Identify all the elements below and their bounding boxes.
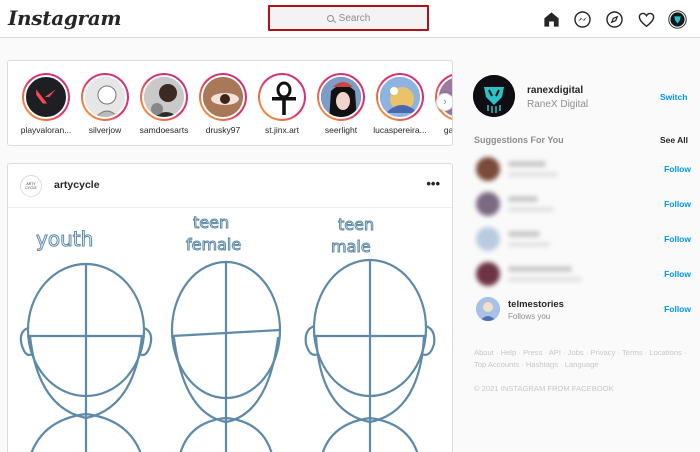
suggestion-item: Follow xyxy=(476,227,691,253)
suggestion-item: Follow xyxy=(476,262,691,288)
story-username: silverjow xyxy=(88,125,122,135)
blurred-subtitle xyxy=(508,207,554,212)
copyright-text: © 2021 INSTAGRAM FROM FACEBOOK xyxy=(474,384,614,393)
suggestion-avatar[interactable] xyxy=(476,227,500,251)
youth-head-sketch xyxy=(19,262,153,420)
anime-avatar-icon xyxy=(321,77,361,117)
post-image[interactable]: youth teen female teen male xyxy=(8,208,452,452)
heart-icon[interactable] xyxy=(636,9,656,29)
eye-closeup-icon xyxy=(203,77,243,117)
svg-text:teen: teen xyxy=(338,215,374,234)
footer-links[interactable]: About · Help · Press · API · Jobs · Priv… xyxy=(474,347,689,371)
ankh-icon xyxy=(272,81,296,115)
stories-next-button[interactable]: › xyxy=(436,93,452,111)
story-username: seerlight xyxy=(324,125,358,135)
post-author-username[interactable]: artycycle xyxy=(54,179,100,191)
suggestions-heading: Suggestions For You xyxy=(474,135,564,145)
chevron-right-icon: › xyxy=(443,96,447,108)
svg-text:female: female xyxy=(186,235,241,254)
messenger-icon[interactable] xyxy=(572,9,592,29)
stories-tray: playvaloran... silverjow samdoesarts dru… xyxy=(7,60,453,146)
artwork-avatar-icon xyxy=(380,77,420,117)
switch-account-link[interactable]: Switch xyxy=(660,92,687,102)
suggestion-avatar[interactable] xyxy=(476,192,500,216)
story-username: playvaloran... xyxy=(20,125,72,135)
teen-male-head-sketch xyxy=(304,258,436,424)
second-row-sketches xyxy=(30,412,419,452)
more-options-icon[interactable]: ••• xyxy=(426,176,440,191)
story-username: gacha... xyxy=(443,125,453,135)
story-username: st.jinx.art xyxy=(264,125,299,135)
explore-icon[interactable] xyxy=(604,9,624,29)
feed-post: ARTY CYCLE artycycle ••• youth teen fema… xyxy=(7,163,453,452)
follow-button[interactable]: Follow xyxy=(664,164,691,174)
story-item[interactable]: lucaspereira... xyxy=(373,73,427,135)
blurred-subtitle xyxy=(508,277,582,282)
suggestion-username[interactable]: telmestories xyxy=(508,299,564,310)
follow-button[interactable]: Follow xyxy=(664,269,691,279)
story-item[interactable]: playvaloran... xyxy=(20,73,72,135)
story-username: drusky97 xyxy=(205,125,241,135)
story-item[interactable]: samdoesarts xyxy=(138,73,190,135)
story-item[interactable]: drusky97 xyxy=(197,73,249,135)
post-author-avatar[interactable]: ARTY CYCLE xyxy=(20,175,42,197)
instagram-logo[interactable]: Instagram xyxy=(8,6,122,30)
blurred-subtitle xyxy=(508,172,558,177)
suggestion-avatar[interactable] xyxy=(476,262,500,286)
blurred-username xyxy=(508,231,540,237)
ranex-logo-icon xyxy=(473,75,515,117)
story-username: lucaspereira... xyxy=(373,125,427,135)
suggestion-avatar[interactable] xyxy=(476,297,500,321)
see-all-link[interactable]: See All xyxy=(660,135,688,145)
search-icon xyxy=(326,14,334,22)
profile-avatar-icon[interactable] xyxy=(667,9,687,29)
post-header: ARTY CYCLE artycycle ••• xyxy=(8,164,452,208)
story-username: samdoesarts xyxy=(139,125,189,135)
story-item[interactable]: st.jinx.art xyxy=(256,73,308,135)
follow-button[interactable]: Follow xyxy=(664,304,691,314)
blurred-username xyxy=(508,161,546,167)
telmestories-avatar-icon xyxy=(476,297,500,321)
valorant-logo-icon xyxy=(36,89,56,104)
search-placeholder: Search xyxy=(338,12,371,24)
suggestion-subtitle: Follows you xyxy=(508,312,551,321)
current-user-avatar[interactable] xyxy=(473,75,515,117)
search-input[interactable]: Search xyxy=(268,5,429,31)
suggestion-item: Follow xyxy=(476,157,691,183)
follow-button[interactable]: Follow xyxy=(664,234,691,244)
home-icon[interactable] xyxy=(541,9,561,29)
blurred-username xyxy=(508,196,538,202)
photo-avatar-icon xyxy=(144,77,184,117)
story-item[interactable]: seerlight xyxy=(315,73,367,135)
sketch-avatar-icon xyxy=(85,77,125,117)
svg-text:male: male xyxy=(331,237,371,256)
story-item[interactable]: silverjow xyxy=(79,73,131,135)
teen-female-head-sketch xyxy=(170,260,282,424)
svg-text:teen: teen xyxy=(193,213,229,232)
label-youth: youth xyxy=(36,227,93,251)
suggestion-item: telmestories Follows you Follow xyxy=(476,297,691,323)
blurred-username xyxy=(508,266,572,272)
top-navigation-bar: Instagram Search xyxy=(0,0,700,38)
current-user-fullname: RaneX Digital xyxy=(527,99,589,110)
blurred-subtitle xyxy=(508,242,550,247)
current-user-username[interactable]: ranexdigital xyxy=(527,85,583,96)
suggestion-item: Follow xyxy=(476,192,691,218)
follow-button[interactable]: Follow xyxy=(664,199,691,209)
suggestion-avatar[interactable] xyxy=(476,157,500,181)
